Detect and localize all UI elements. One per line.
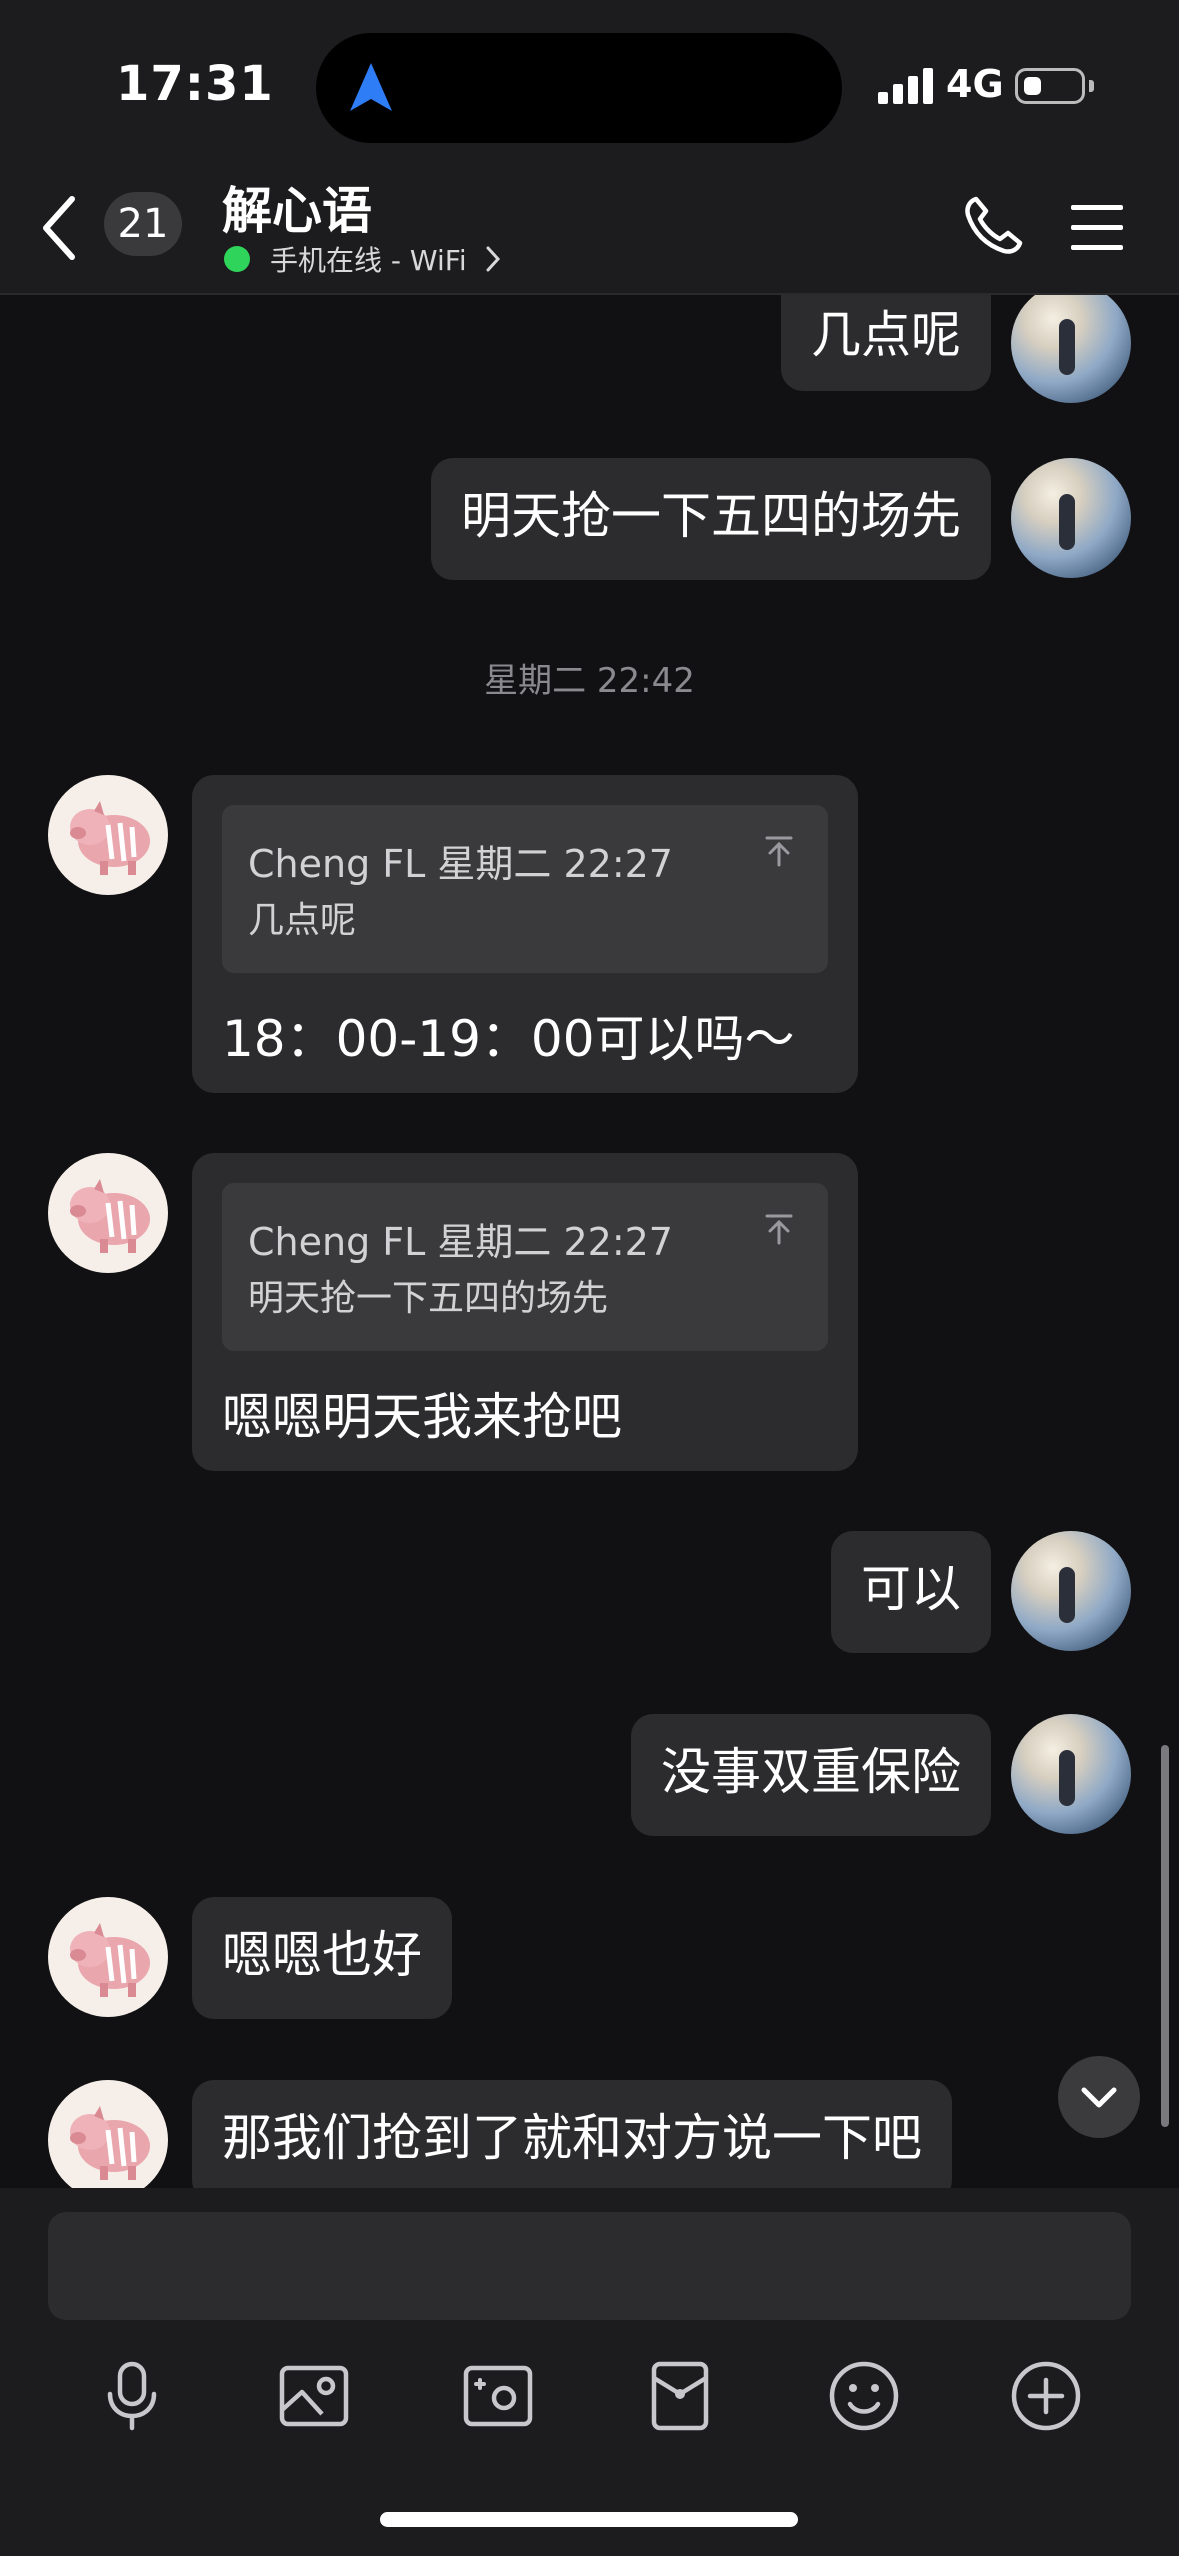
message-bubble[interactable]: 几点呢 — [781, 295, 991, 391]
avatar[interactable] — [1011, 1714, 1131, 1834]
avatar[interactable] — [48, 1897, 168, 2017]
message-list[interactable]: 几点呢 明天抢一下五四的场先 星期二 22:42 Cheng FL 星期二 22… — [0, 295, 1179, 2188]
contact-name[interactable]: 解心语 — [222, 171, 372, 243]
jump-to-top-icon[interactable] — [764, 835, 794, 867]
pig-avatar-icon — [70, 1923, 150, 1997]
battery-cap — [1089, 80, 1094, 92]
battery-icon — [1015, 68, 1085, 104]
status-bar: 17:31 4G — [0, 0, 1179, 165]
pig-avatar-icon — [70, 801, 150, 875]
quote-meta: Cheng FL 星期二 22:27 — [248, 1220, 673, 1264]
quoted-message[interactable]: Cheng FL 星期二 22:27 几点呢 — [222, 805, 828, 973]
phone-call-icon[interactable] — [962, 195, 1024, 257]
signal-icon — [878, 68, 933, 104]
plus-icon[interactable] — [1008, 2358, 1084, 2434]
quote-text: 明天抢一下五四的场先 — [248, 1278, 609, 1319]
avatar[interactable] — [48, 2080, 168, 2188]
chevron-right-icon — [486, 246, 500, 272]
network-type: 4G — [946, 62, 1004, 106]
avatar[interactable] — [1011, 1531, 1131, 1651]
message-bubble[interactable]: 那我们抢到了就和对方说一下吧 — [192, 2080, 952, 2188]
message-bubble[interactable]: 可以 — [831, 1531, 991, 1653]
chevron-down-icon — [1081, 2087, 1117, 2108]
avatar[interactable] — [1011, 295, 1131, 403]
pig-avatar-icon — [70, 2106, 150, 2180]
message-text: 18：00-19：00可以吗～ — [222, 1010, 795, 1068]
camera-icon[interactable] — [460, 2358, 536, 2434]
message-timestamp: 星期二 22:42 — [484, 661, 695, 701]
message-bubble[interactable]: 嗯嗯也好 — [192, 1897, 452, 2019]
location-arrow-icon — [350, 63, 392, 111]
mic-icon[interactable] — [94, 2358, 170, 2434]
emoji-icon[interactable] — [826, 2358, 902, 2434]
avatar[interactable] — [48, 1153, 168, 1273]
message-bubble[interactable]: Cheng FL 星期二 22:27 几点呢 18：00-19：00可以吗～ — [192, 775, 858, 1093]
home-indicator[interactable] — [380, 2512, 798, 2527]
scroll-to-bottom-button[interactable] — [1058, 2056, 1140, 2138]
image-icon[interactable] — [276, 2358, 352, 2434]
quoted-message[interactable]: Cheng FL 星期二 22:27 明天抢一下五四的场先 — [222, 1183, 828, 1351]
avatar[interactable] — [1011, 458, 1131, 578]
message-bubble[interactable]: Cheng FL 星期二 22:27 明天抢一下五四的场先 嗯嗯明天我来抢吧 — [192, 1153, 858, 1471]
online-status[interactable]: 手机在线 - WiFi — [224, 239, 501, 279]
dynamic-island — [316, 33, 842, 143]
jump-to-top-icon[interactable] — [764, 1213, 794, 1245]
back-icon[interactable] — [40, 195, 80, 261]
message-text: 嗯嗯明天我来抢吧 — [222, 1388, 622, 1446]
message-input[interactable] — [48, 2212, 1131, 2320]
message-bubble[interactable]: 没事双重保险 — [631, 1714, 991, 1836]
quote-text: 几点呢 — [248, 900, 357, 941]
online-dot — [224, 246, 250, 272]
avatar[interactable] — [48, 775, 168, 895]
composer — [0, 2188, 1179, 2556]
red-packet-icon[interactable] — [642, 2358, 718, 2434]
pig-avatar-icon — [70, 1179, 150, 1253]
chat-header: 21 解心语 手机在线 - WiFi — [0, 165, 1179, 295]
online-status-text: 手机在线 - WiFi — [270, 244, 467, 277]
scrollbar[interactable] — [1161, 1745, 1169, 2127]
menu-icon[interactable] — [1069, 203, 1125, 253]
message-bubble[interactable]: 明天抢一下五四的场先 — [431, 458, 991, 580]
status-time: 17:31 — [116, 56, 274, 112]
quote-meta: Cheng FL 星期二 22:27 — [248, 842, 673, 886]
unread-badge[interactable]: 21 — [104, 192, 182, 256]
